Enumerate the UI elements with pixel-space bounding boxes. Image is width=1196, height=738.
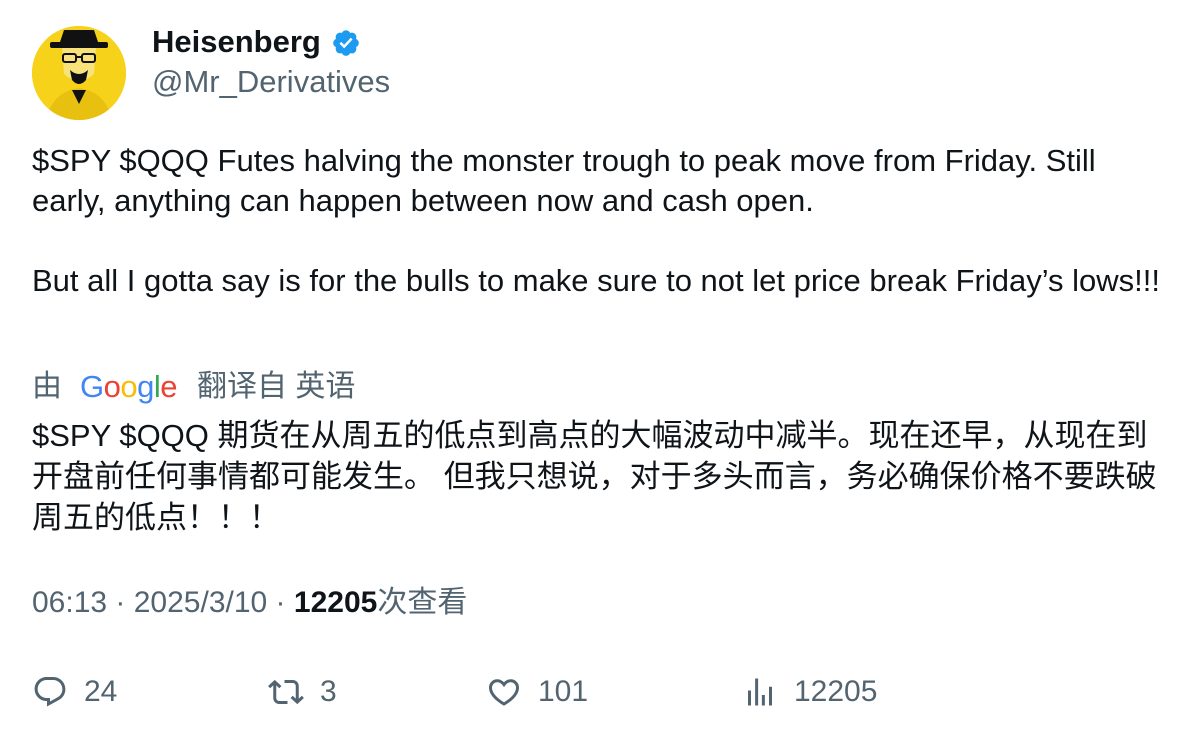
analytics-icon — [748, 678, 772, 706]
heart-icon — [488, 679, 520, 706]
google-logo-icon[interactable]: Google — [80, 367, 178, 407]
views-label: 次查看 — [377, 586, 468, 619]
avatar[interactable] — [32, 26, 126, 120]
translation-attribution: 由 Google 翻译自 英语 — [32, 367, 355, 407]
tweet-meta: 06:13 · 2025/3/10 · 12205次查看 — [32, 583, 467, 623]
views-button[interactable]: 12205 — [742, 670, 877, 714]
reply-count: 24 — [84, 675, 118, 708]
meta-separator: · — [107, 586, 134, 619]
retweet-button[interactable]: 3 — [268, 670, 337, 714]
translated-text: $SPY $QQQ 期货在从周五的低点到高点的大幅波动中减半。现在还早，从现在到… — [32, 418, 1157, 535]
like-count: 101 — [538, 675, 589, 708]
translated-from-label[interactable]: 翻译自 英语 — [197, 367, 355, 407]
tweet-time[interactable]: 06:13 — [32, 586, 107, 619]
reply-button[interactable]: 24 — [32, 670, 117, 714]
heisenberg-avatar-icon — [32, 26, 126, 120]
tweet-paragraph: $SPY $QQQ Futes halving the monster trou… — [32, 143, 1096, 218]
tweet-text: $SPY $QQQ Futes halving the monster trou… — [32, 141, 1172, 301]
meta-separator: · — [267, 586, 294, 619]
reply-icon — [34, 677, 66, 707]
retweet-icon — [268, 679, 304, 705]
author-name-row: Heisenberg — [152, 22, 361, 62]
verified-badge-icon[interactable] — [331, 28, 361, 58]
tweet-paragraph: But all I gotta say is for the bulls to … — [32, 263, 1160, 298]
views-count: 12205 — [293, 586, 378, 619]
retweet-count: 3 — [320, 675, 337, 708]
author-handle[interactable]: @Mr_Derivatives — [152, 62, 390, 102]
views-action-count: 12205 — [794, 675, 878, 708]
display-name[interactable]: Heisenberg — [152, 22, 321, 62]
like-button[interactable]: 101 — [486, 670, 588, 714]
tweet-date[interactable]: 2025/3/10 — [134, 586, 267, 619]
action-bar: 24 3 101 12205 — [32, 670, 1172, 714]
translated-by-label: 由 — [32, 370, 62, 403]
